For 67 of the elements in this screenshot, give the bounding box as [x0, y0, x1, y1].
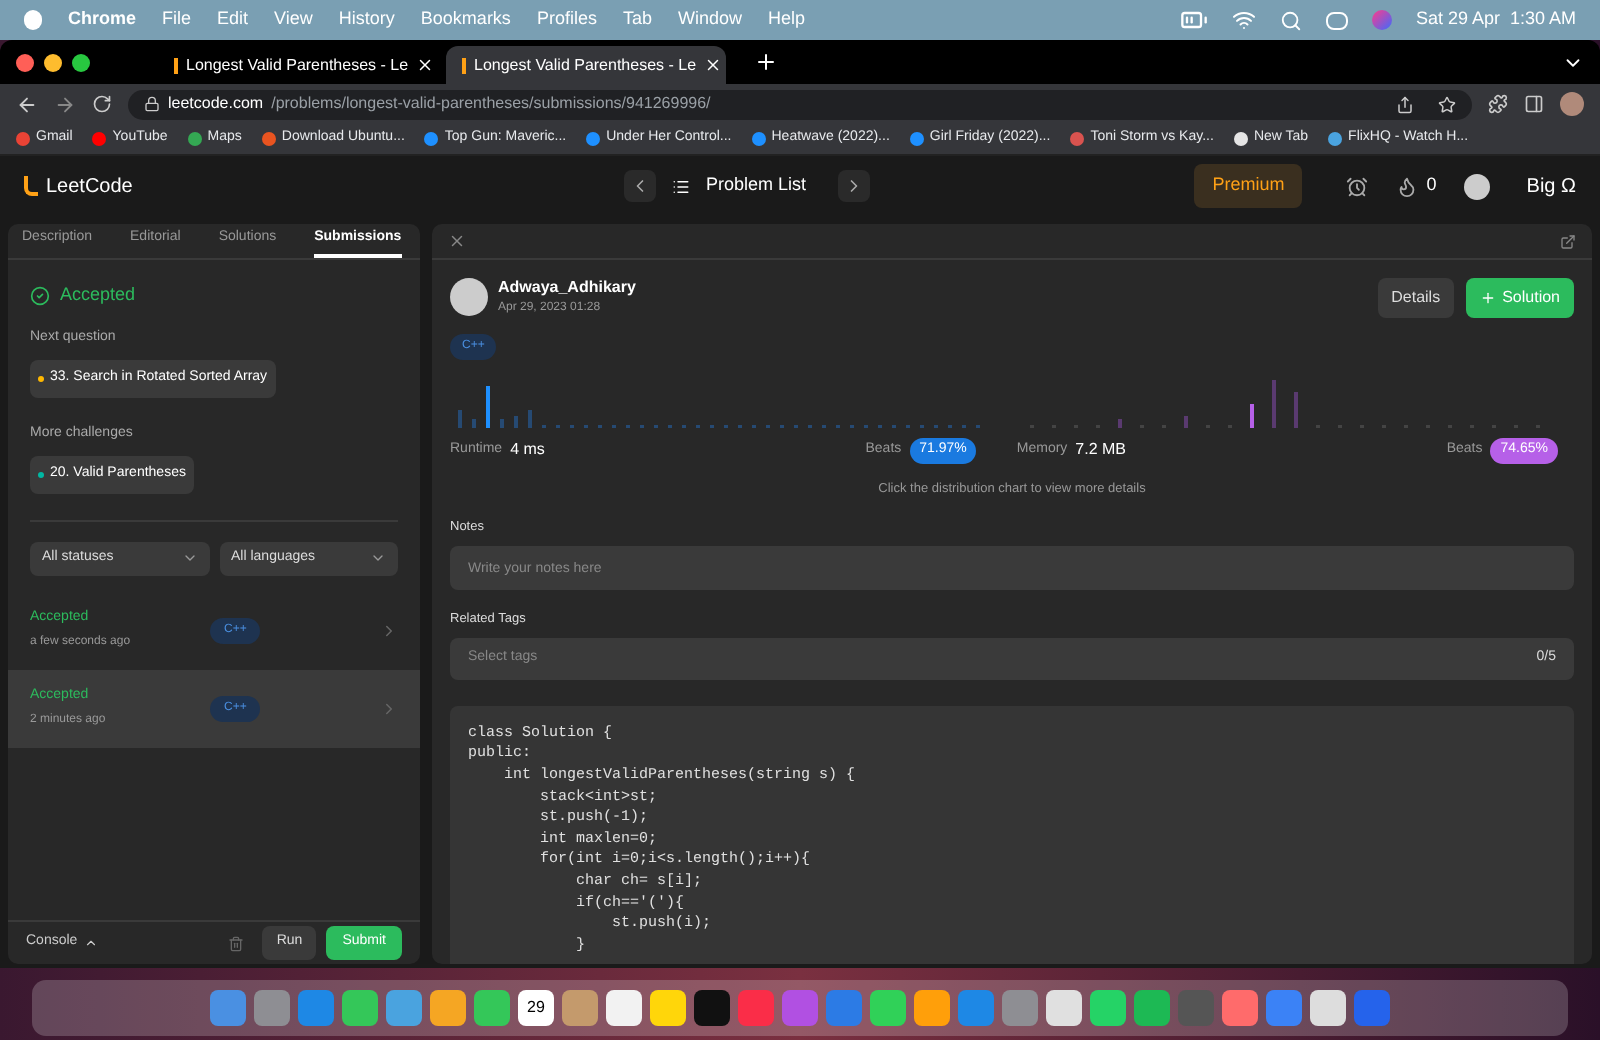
open-external-icon[interactable] — [1560, 233, 1576, 249]
chevron-right-icon — [380, 699, 398, 717]
new-tab-icon[interactable] — [754, 50, 778, 74]
leetcode-logo[interactable]: LeetCode — [24, 171, 624, 201]
app-icon[interactable] — [474, 990, 510, 1026]
app-icon[interactable] — [606, 990, 642, 1026]
browser-tab[interactable]: Longest Valid Parentheses - Le — [446, 46, 726, 84]
app-icon[interactable] — [342, 990, 378, 1026]
back-icon[interactable] — [16, 93, 38, 115]
accepted-status: Accepted — [60, 282, 136, 308]
battery-icon[interactable] — [1179, 6, 1208, 34]
maximize-window-button[interactable] — [72, 53, 90, 71]
check-circle-icon — [30, 285, 50, 306]
app-icon[interactable] — [1310, 990, 1346, 1026]
chevron-down-icon — [370, 550, 386, 566]
app-icon[interactable] — [430, 990, 466, 1026]
trash-icon[interactable] — [228, 935, 245, 951]
app-icon[interactable] — [914, 990, 950, 1026]
close-icon[interactable] — [448, 232, 466, 250]
previous-problem-button[interactable] — [624, 170, 656, 202]
app-icon[interactable] — [694, 990, 730, 1026]
minimize-window-button[interactable] — [44, 53, 62, 71]
close-window-button[interactable] — [16, 53, 34, 71]
app-icon[interactable] — [1090, 990, 1126, 1026]
app-icon[interactable] — [562, 990, 598, 1026]
siri-icon[interactable] — [1371, 10, 1392, 30]
alarm-clock-icon[interactable] — [1346, 175, 1369, 197]
user-avatar[interactable] — [1464, 173, 1491, 199]
profile-avatar[interactable] — [1560, 92, 1584, 116]
next-problem-button[interactable] — [838, 170, 871, 202]
author-name: Adwaya_Adhikary — [498, 276, 636, 300]
chevron-down-icon — [181, 550, 197, 566]
share-icon[interactable] — [1396, 95, 1414, 113]
list-icon — [672, 177, 690, 195]
search-icon[interactable] — [1279, 9, 1302, 31]
chevron-up-icon — [83, 936, 98, 950]
extensions-icon[interactable] — [1488, 94, 1508, 114]
control-center-icon[interactable] — [1325, 11, 1348, 29]
app-icon[interactable] — [1222, 990, 1258, 1026]
premium-button[interactable]: Premium — [1194, 164, 1303, 208]
app-icon[interactable] — [386, 990, 422, 1026]
tab-title: Longest Valid Parentheses - Le — [474, 53, 697, 77]
close-tab-icon[interactable] — [704, 56, 723, 74]
lock-icon[interactable] — [144, 96, 160, 112]
browser-tab[interactable]: Longest Valid Parentheses - Le — [158, 46, 438, 84]
side-panel-icon[interactable] — [1524, 94, 1544, 114]
close-tab-icon[interactable] — [416, 56, 435, 74]
app-icon[interactable] — [650, 990, 686, 1026]
metric-value: 4 ms — [510, 438, 545, 463]
metric-value: 7.2 MB — [1075, 438, 1127, 463]
problem-list-link[interactable]: Problem List — [706, 172, 807, 200]
flame-icon[interactable] — [1396, 175, 1419, 197]
app-icon[interactable] — [870, 990, 906, 1026]
chevron-right-icon — [380, 621, 398, 639]
bookmark-star-icon[interactable] — [1438, 95, 1456, 113]
app-icon[interactable] — [1046, 990, 1082, 1026]
tab-title: Longest Valid Parentheses - Le — [186, 53, 409, 77]
plus-icon — [1480, 289, 1497, 305]
avatar-placeholder — [450, 278, 488, 316]
forward-icon[interactable] — [54, 93, 76, 115]
app-icon[interactable] — [1134, 990, 1170, 1026]
details-button[interactable]: Details — [1377, 277, 1455, 317]
user-name[interactable]: Big Ω — [1526, 171, 1576, 201]
reload-icon[interactable] — [92, 94, 112, 114]
address-field[interactable]: leetcode.com /problems/longest-valid-parentheses/submissions/941269996/ — [128, 89, 1472, 119]
calendar-icon[interactable]: 29 — [518, 990, 554, 1026]
streak-count: 0 — [1426, 172, 1437, 199]
